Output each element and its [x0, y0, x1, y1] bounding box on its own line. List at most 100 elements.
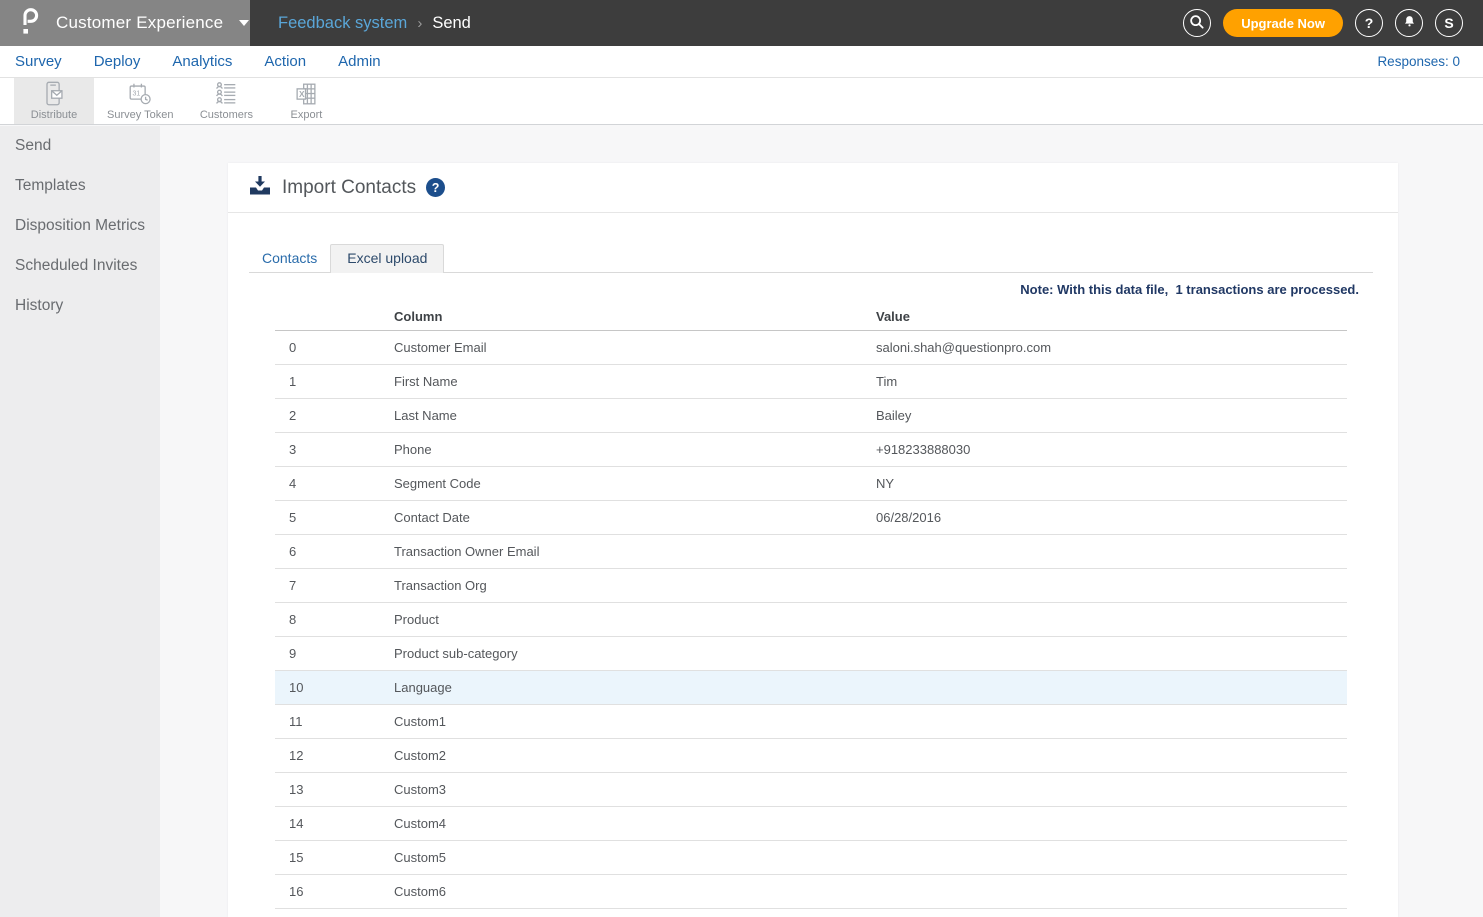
people-list-icon — [211, 80, 241, 108]
breadcrumb: Feedback system › Send — [278, 14, 471, 33]
questionpro-logo-icon — [18, 6, 42, 40]
nav-item-deploy[interactable]: Deploy — [94, 53, 141, 70]
table-row[interactable]: 12 Custom2 — [275, 739, 1347, 773]
toolbar-label: Survey Token — [107, 108, 174, 121]
phone-envelope-icon — [39, 80, 69, 108]
table-row[interactable]: 2 Last Name Bailey — [275, 399, 1347, 433]
calendar-clock-icon: 31 — [125, 80, 155, 108]
cell-column: Phone — [394, 442, 432, 457]
search-icon — [1188, 13, 1206, 34]
table-row[interactable]: 7 Transaction Org — [275, 569, 1347, 603]
excel-sheet-icon: X — [291, 80, 321, 108]
sidebar-item-send[interactable]: Send — [0, 126, 160, 166]
cell-index: 7 — [289, 578, 297, 593]
cell-index: 6 — [289, 544, 297, 559]
title-help-icon[interactable]: ? — [426, 178, 446, 197]
table-row[interactable]: 5 Contact Date 06/28/2016 — [275, 501, 1347, 535]
tab-contacts[interactable]: Contacts — [249, 244, 330, 272]
cell-index: 15 — [289, 850, 304, 865]
table-row[interactable]: 13 Custom3 — [275, 773, 1347, 807]
toolbar-customers-button[interactable]: Customers — [186, 78, 266, 124]
svg-text:X: X — [299, 88, 305, 98]
main-nav: Survey Deploy Analytics Action Admin Respons… — [0, 46, 1483, 78]
table-row[interactable]: 11 Custom1 — [275, 705, 1347, 739]
cell-index: 13 — [289, 782, 304, 797]
cell-index: 5 — [289, 510, 297, 525]
transactions-note: Note: With this data file, 1 transaction… — [1020, 282, 1359, 297]
sidebar-item-scheduled-invites[interactable]: Scheduled Invites — [0, 246, 160, 286]
cell-value: NY — [876, 476, 895, 491]
import-table-body: 0 Customer Email saloni.shah@questionpro.c… — [275, 331, 1347, 909]
cell-index: 3 — [289, 442, 297, 457]
toolbar-export-button[interactable]: X Export — [266, 78, 346, 124]
nav-item-survey[interactable]: Survey — [15, 53, 62, 70]
bell-icon — [1401, 13, 1418, 33]
notifications-button[interactable] — [1395, 9, 1423, 37]
upgrade-now-button[interactable]: Upgrade Now — [1223, 9, 1343, 37]
table-row[interactable]: 8 Product — [275, 603, 1347, 637]
table-row[interactable]: 6 Transaction Owner Email — [275, 535, 1347, 569]
nav-item-analytics[interactable]: Analytics — [172, 53, 232, 70]
table-row[interactable]: 9 Product sub-category — [275, 637, 1347, 671]
cell-value: Tim — [876, 374, 898, 389]
cell-value: Bailey — [876, 408, 912, 423]
cell-column: Customer Email — [394, 340, 487, 355]
svg-text:31: 31 — [133, 90, 141, 97]
toolbar-label: Distribute — [30, 108, 78, 121]
import-contacts-panel: Import Contacts ? Contacts Excel upload … — [228, 163, 1398, 917]
content-region: Send Templates Disposition Metrics Schedule… — [0, 126, 1483, 917]
cell-index: 11 — [289, 714, 303, 729]
cell-column: Custom5 — [394, 850, 447, 865]
table-row[interactable]: 0 Customer Email saloni.shah@questionpro.c… — [275, 331, 1347, 365]
cell-index: 0 — [289, 340, 297, 355]
cell-value: 06/28/2016 — [876, 510, 942, 525]
cell-index: 16 — [289, 884, 304, 899]
table-row[interactable]: 15 Custom5 — [275, 841, 1347, 875]
responses-link[interactable]: Responses: 0 — [1377, 54, 1460, 69]
nav-item-action[interactable]: Action — [264, 53, 306, 70]
distribute-toolbar: Distribute 31 Survey Token Customers X E… — [0, 78, 1483, 125]
cell-column: Language — [394, 680, 452, 695]
toolbar-distribute-button[interactable]: Distribute — [14, 78, 94, 124]
cell-value: saloni.shah@questionpro.com — [876, 340, 1052, 355]
cell-column: Contact Date — [394, 510, 470, 525]
cell-column: Last Name — [394, 408, 457, 423]
product-switcher[interactable]: Customer Experience — [0, 0, 250, 46]
toolbar-survey-token-button[interactable]: 31 Survey Token — [94, 78, 186, 124]
breadcrumb-separator: › — [417, 14, 423, 32]
product-name: Customer Experience — [56, 13, 224, 32]
cell-column: Product — [394, 612, 439, 627]
tab-excel-upload[interactable]: Excel upload — [330, 244, 445, 273]
table-row[interactable]: 3 Phone +918233888030 — [275, 433, 1347, 467]
sidebar-item-history[interactable]: History — [0, 286, 160, 326]
cell-column: Product sub-category — [394, 646, 518, 661]
header-column: Column — [394, 308, 443, 324]
cell-column: First Name — [394, 374, 458, 389]
table-row[interactable]: 14 Custom4 — [275, 807, 1347, 841]
chevron-down-icon — [239, 20, 250, 26]
cell-index: 4 — [289, 476, 297, 491]
cell-index: 2 — [289, 408, 297, 423]
breadcrumb-current: Send — [432, 13, 471, 32]
nav-item-admin[interactable]: Admin — [338, 53, 381, 70]
sidebar-item-disposition-metrics[interactable]: Disposition Metrics — [0, 206, 160, 246]
nav-list: Survey Deploy Analytics Action Admin — [15, 53, 413, 71]
table-row[interactable]: 10 Language — [275, 671, 1347, 705]
cell-index: 9 — [289, 646, 297, 661]
table-row[interactable]: 4 Segment Code NY — [275, 467, 1347, 501]
cell-index: 14 — [289, 816, 304, 831]
table-row[interactable]: 1 First Name Tim — [275, 365, 1347, 399]
top-bar: Customer Experience Feedback system › Se… — [0, 0, 1483, 46]
sidebar-item-templates[interactable]: Templates — [0, 166, 160, 206]
cell-index: 8 — [289, 612, 297, 627]
account-avatar[interactable]: S — [1435, 9, 1463, 37]
cell-index: 1 — [289, 374, 297, 389]
help-button[interactable]: ? — [1355, 9, 1383, 37]
search-button[interactable] — [1183, 9, 1212, 37]
toolbar-label: Customers — [199, 108, 254, 121]
breadcrumb-survey-link[interactable]: Feedback system — [278, 14, 407, 33]
table-row[interactable]: 16 Custom6 — [275, 875, 1347, 909]
cell-column: Transaction Owner Email — [394, 544, 540, 559]
sidebar: Send Templates Disposition Metrics Schedule… — [0, 126, 160, 917]
cell-value: +918233888030 — [876, 442, 971, 457]
